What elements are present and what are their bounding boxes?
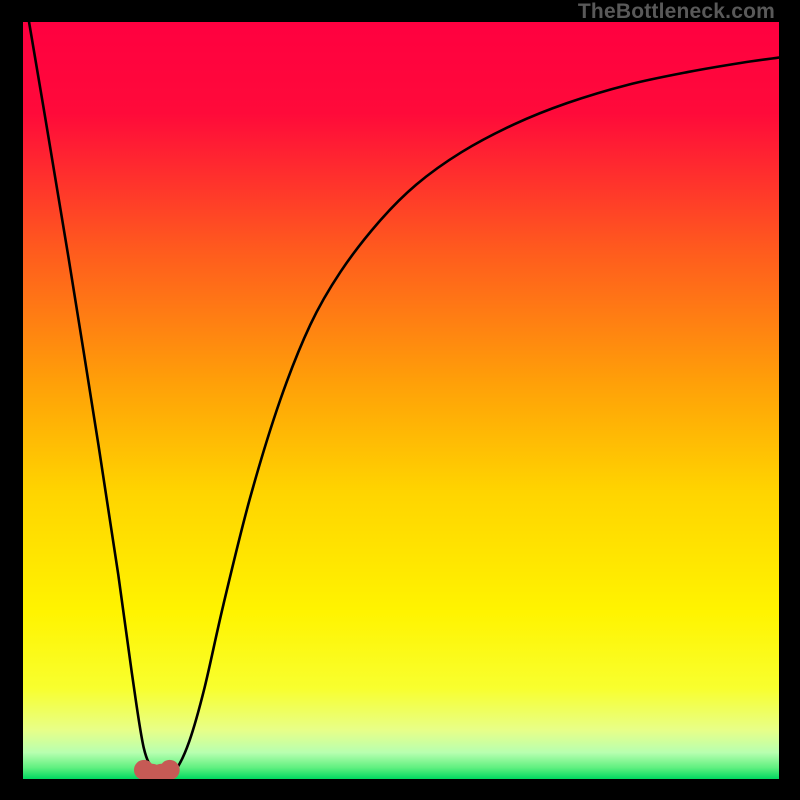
chart-frame: TheBottleneck.com bbox=[0, 0, 800, 800]
attribution-label: TheBottleneck.com bbox=[578, 0, 775, 24]
plot-area bbox=[23, 22, 779, 779]
min-marker bbox=[160, 760, 180, 779]
chart-canvas bbox=[23, 22, 779, 779]
gradient-background bbox=[23, 22, 779, 779]
